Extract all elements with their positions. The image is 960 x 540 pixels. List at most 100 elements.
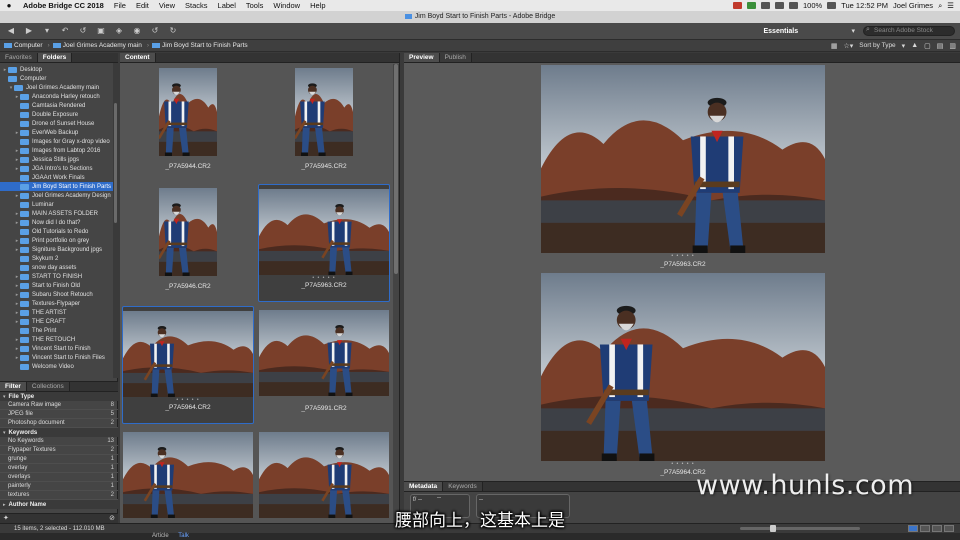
thumbnail-cell[interactable]: • • • • • _P7A5963.CR2 bbox=[258, 184, 390, 302]
folder-item[interactable]: Computer bbox=[0, 74, 118, 83]
workspace-essentials[interactable]: Essentials bbox=[763, 28, 843, 35]
rating-dots[interactable]: • • • • • bbox=[541, 253, 825, 259]
workspace-dropdown-icon[interactable]: ▾ bbox=[851, 27, 855, 35]
sort-dropdown-icon[interactable]: ▾ bbox=[902, 42, 906, 50]
folder-item[interactable]: ▾ Joel Grimes Academy main bbox=[0, 83, 118, 92]
new-folder-icon[interactable]: ▤ bbox=[937, 42, 944, 50]
filter-row[interactable]: Camera Raw image 8 bbox=[0, 401, 118, 410]
tab-preview[interactable]: Preview bbox=[404, 53, 440, 62]
breadcrumb-current[interactable]: Jim Boyd Start to Finish Parts bbox=[152, 42, 248, 49]
folder-item[interactable]: ▸ Now did I do that? bbox=[0, 218, 118, 227]
spotlight-icon[interactable]: ⌕ bbox=[938, 1, 942, 11]
tab-folders[interactable]: Folders bbox=[37, 53, 73, 62]
rotate-right-icon[interactable]: ↻ bbox=[167, 26, 179, 36]
tab-favorites[interactable]: Favorites bbox=[0, 53, 38, 62]
folder-item[interactable]: ▸ Textures-Flypaper bbox=[0, 299, 118, 308]
user-name[interactable]: Joel Grimes bbox=[893, 1, 933, 10]
thumbnail-cell[interactable]: _P7A5946.CR2 bbox=[122, 184, 254, 302]
trash-icon[interactable]: ▥ bbox=[949, 42, 956, 50]
thumbnail-cell[interactable]: _P7A5991.CR2 bbox=[258, 306, 390, 424]
scrollbar-thumb[interactable] bbox=[114, 103, 117, 223]
folder-item[interactable]: Old Tutorials to Redo bbox=[0, 227, 118, 236]
thumbnail-image[interactable] bbox=[157, 188, 217, 278]
dock-talk[interactable]: Talk bbox=[178, 533, 189, 539]
forward-icon[interactable]: ▶ bbox=[23, 26, 35, 36]
menu-help[interactable]: Help bbox=[305, 1, 330, 10]
folder-item[interactable]: ▸ Start to Finish Old bbox=[0, 281, 118, 290]
folder-item[interactable]: ▸ Anaconda Harley retouch bbox=[0, 92, 118, 101]
tab-metadata[interactable]: Metadata bbox=[404, 482, 444, 491]
folder-item[interactable]: ▸ Desktop bbox=[0, 65, 118, 74]
recent-folders-icon[interactable]: ▾ bbox=[41, 26, 53, 36]
folder-item[interactable]: ▸ Joel Grimes Academy Design bbox=[0, 191, 118, 200]
rating-dots[interactable]: • • • • • bbox=[259, 275, 389, 281]
folder-item[interactable]: ▸ MAIN ASSETS FOLDER bbox=[0, 209, 118, 218]
camera-icon[interactable]: ▣ bbox=[95, 26, 107, 36]
sort-direction-icon[interactable]: ▲ bbox=[911, 42, 918, 49]
thumbnail-filename[interactable]: _P7A5946.CR2 bbox=[122, 283, 254, 290]
quality-icon[interactable]: ▦ bbox=[831, 42, 838, 50]
folder-item[interactable]: ▸ THE ARTIST bbox=[0, 308, 118, 317]
apple-icon[interactable]: ● bbox=[0, 1, 18, 10]
thumbnail-filename[interactable]: _P7A5963.CR2 bbox=[259, 282, 389, 289]
folder-item[interactable]: ▸ EverWeb Backup bbox=[0, 128, 118, 137]
folder-item[interactable]: Camtasia Rendered bbox=[0, 101, 118, 110]
display-icon[interactable] bbox=[761, 2, 771, 9]
breadcrumb-academy[interactable]: Joel Grimes Academy main › bbox=[52, 42, 149, 49]
sort-menu[interactable]: Sort by Type bbox=[859, 42, 895, 49]
dock-article[interactable]: Article bbox=[152, 533, 169, 539]
thumbnail-image[interactable] bbox=[259, 310, 389, 398]
folder-item[interactable]: Drone of Sunset House bbox=[0, 119, 118, 128]
thumbnail-filename[interactable]: _P7A5945.CR2 bbox=[258, 163, 390, 170]
filter-row[interactable]: grunge 1 bbox=[0, 455, 118, 464]
menu-label[interactable]: Label bbox=[213, 1, 241, 10]
record-icon[interactable] bbox=[733, 2, 743, 9]
filter-row[interactable]: JPEG file 5 bbox=[0, 410, 118, 419]
menu-edit[interactable]: Edit bbox=[131, 1, 154, 10]
app-menu[interactable]: Adobe Bridge CC 2018 bbox=[18, 1, 109, 10]
preview-image[interactable] bbox=[541, 273, 825, 463]
breadcrumb-computer[interactable]: Computer › bbox=[4, 42, 50, 49]
thumbnail-cell[interactable]: _P7A5944.CR2 bbox=[122, 64, 254, 182]
rotate-left-icon[interactable]: ↺ bbox=[149, 26, 161, 36]
tab-content[interactable]: Content bbox=[120, 53, 156, 62]
battery-icon[interactable] bbox=[827, 2, 837, 9]
thumbnail-filename[interactable]: _P7A5944.CR2 bbox=[122, 163, 254, 170]
filter-row[interactable]: overlay 1 bbox=[0, 464, 118, 473]
filter-row[interactable]: Flypaper Textures 2 bbox=[0, 446, 118, 455]
open-in-camera-raw-icon[interactable]: ◉ bbox=[131, 26, 143, 36]
clock[interactable]: Tue 12:52 PM bbox=[841, 1, 888, 10]
folder-item[interactable]: Images for Gray x-drop video bbox=[0, 137, 118, 146]
thumbnail-filename[interactable]: _P7A5991.CR2 bbox=[258, 405, 390, 412]
folder-item[interactable]: ▸ Subaru Shoot Retouch bbox=[0, 290, 118, 299]
tab-filter[interactable]: Filter bbox=[0, 382, 27, 391]
thumbnail-image[interactable] bbox=[259, 189, 389, 277]
preview-image[interactable] bbox=[541, 65, 825, 255]
folder-item[interactable]: ▸ Print portfolio on grey bbox=[0, 236, 118, 245]
thumbnail-filename[interactable]: _P7A5964.CR2 bbox=[123, 404, 253, 411]
folder-item[interactable]: Welcome Video bbox=[0, 362, 118, 371]
tab-collections[interactable]: Collections bbox=[26, 382, 70, 391]
disclosure-triangle-icon[interactable]: ▾ bbox=[3, 430, 6, 436]
filter-category[interactable]: ▾ File Type bbox=[0, 392, 118, 401]
folder-item[interactable]: ▸ Images from Labtop 2016 bbox=[0, 146, 118, 155]
folder-item[interactable]: ▸ JGA Intro's to Sections bbox=[0, 164, 118, 173]
folder-item[interactable]: ▸ Signiture Background jpgs bbox=[0, 245, 118, 254]
boomerang-icon[interactable]: ↺ bbox=[77, 26, 89, 36]
folder-item[interactable]: ▸ Vincent Start to Finish Files bbox=[0, 353, 118, 362]
menu-stacks[interactable]: Stacks bbox=[180, 1, 213, 10]
folder-item[interactable]: The Print bbox=[0, 326, 118, 335]
refine-icon[interactable]: ◈ bbox=[113, 26, 125, 36]
menu-tools[interactable]: Tools bbox=[241, 1, 269, 10]
tab-keywords[interactable]: Keywords bbox=[443, 482, 483, 491]
return-icon[interactable]: ↶ bbox=[59, 26, 71, 36]
folder-item[interactable]: Jim Boyd Start to Finish Parts bbox=[0, 182, 118, 191]
folder-item[interactable]: ▸ Vincent Start to Finish bbox=[0, 344, 118, 353]
folder-item[interactable]: Double Exposure bbox=[0, 110, 118, 119]
filter-row[interactable]: No Keywords 13 bbox=[0, 437, 118, 446]
thumbnail-image[interactable] bbox=[123, 311, 253, 399]
thumbnail-cell[interactable]: • • • • • _P7A5964.CR2 bbox=[122, 306, 254, 424]
content-scrollbar[interactable] bbox=[393, 64, 399, 523]
folders-scrollbar[interactable] bbox=[113, 63, 118, 378]
folder-item[interactable]: JGAArt Work Finals bbox=[0, 173, 118, 182]
